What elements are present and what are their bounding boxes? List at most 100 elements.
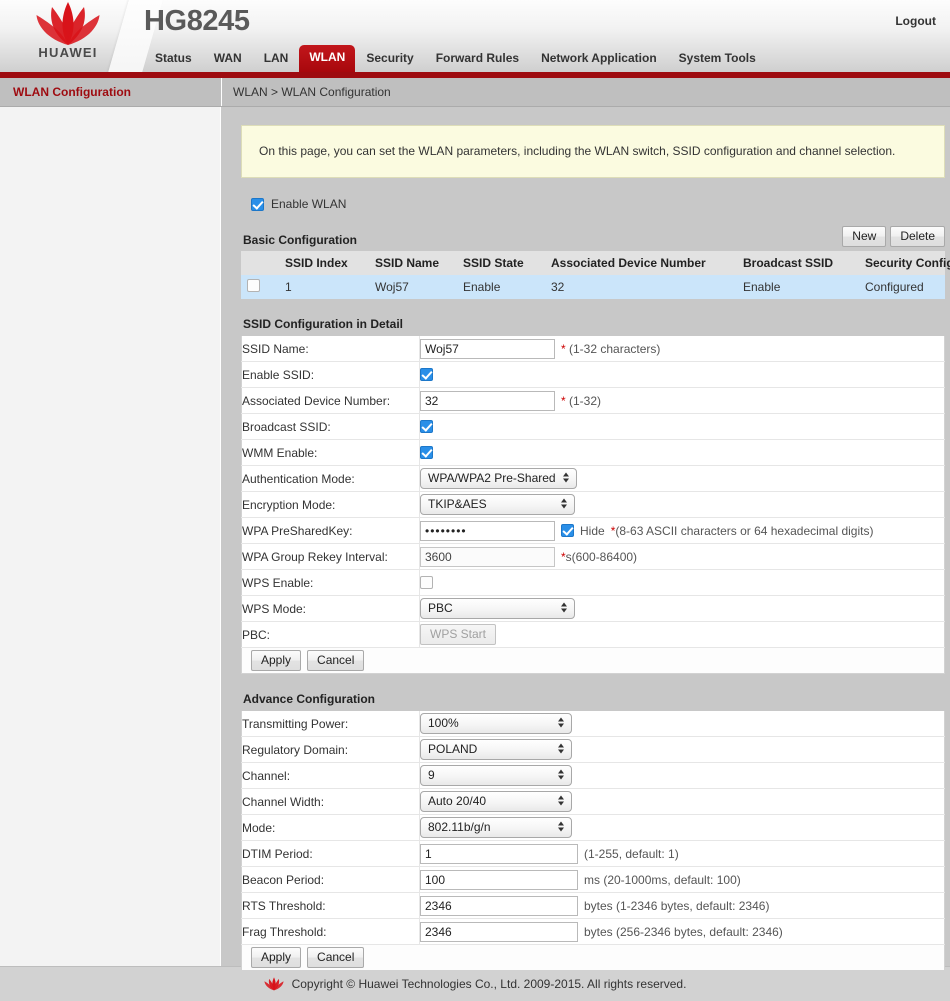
- ssid-table: SSID Index SSID Name SSID State Associat…: [241, 251, 945, 299]
- beacon-period-input[interactable]: [420, 870, 578, 890]
- enable-wlan-row: Enable WLAN: [251, 197, 945, 211]
- table-row[interactable]: 1 Woj57 Enable 32 Enable Configured: [241, 275, 945, 299]
- channel-width-value: Auto 20/40: [428, 794, 486, 808]
- select-arrows-icon: [558, 795, 565, 808]
- required-star: *: [561, 394, 566, 408]
- associated-device-number-input[interactable]: [420, 391, 555, 411]
- row-authentication-mode: Authentication Mode: WPA/WPA2 Pre-Shared: [242, 466, 945, 492]
- select-arrows-icon: [558, 821, 565, 834]
- row-detail-actions: Apply Cancel: [242, 648, 945, 674]
- frag-threshold-input[interactable]: [420, 922, 578, 942]
- cell-ssid-name: Woj57: [369, 275, 457, 299]
- hide-password-label: Hide: [580, 524, 605, 538]
- label-transmitting-power: Transmitting Power:: [242, 711, 420, 737]
- wps-mode-select[interactable]: PBC: [420, 598, 575, 619]
- channel-width-select[interactable]: Auto 20/40: [420, 791, 572, 812]
- detail-cancel-button[interactable]: Cancel: [307, 650, 364, 671]
- brand-text: HUAWEI: [18, 45, 118, 60]
- detail-apply-button[interactable]: Apply: [251, 650, 301, 671]
- row-transmitting-power: Transmitting Power: 100%: [242, 711, 945, 737]
- row-dtim-period: DTIM Period: (1-255, default: 1): [242, 841, 945, 867]
- label-wpa-presharedkey: WPA PreSharedKey:: [242, 518, 420, 544]
- nav-item-network-application[interactable]: Network Application: [530, 46, 668, 72]
- authentication-mode-select[interactable]: WPA/WPA2 Pre-Shared: [420, 468, 577, 489]
- rts-threshold-input[interactable]: [420, 896, 578, 916]
- nav-item-security[interactable]: Security: [355, 46, 424, 72]
- enable-wlan-label[interactable]: Enable WLAN: [271, 197, 346, 211]
- enable-ssid-checkbox[interactable]: [420, 368, 433, 381]
- advance-apply-button[interactable]: Apply: [251, 947, 301, 968]
- sidebar-item-wlan-configuration[interactable]: WLAN Configuration: [0, 78, 221, 106]
- wpa-group-rekey-hint: *s(600-86400): [561, 550, 637, 564]
- row-wpa-group-rekey-interval: WPA Group Rekey Interval: *s(600-86400): [242, 544, 945, 570]
- body-wrapper: On this page, you can set the WLAN param…: [0, 107, 950, 966]
- wmm-enable-checkbox[interactable]: [420, 446, 433, 459]
- mode-select[interactable]: 802.11b/g/n: [420, 817, 572, 838]
- enable-wlan-checkbox[interactable]: [251, 198, 264, 211]
- nav-item-lan[interactable]: LAN: [253, 46, 300, 72]
- label-channel-width: Channel Width:: [242, 789, 420, 815]
- col-header-broadcast-ssid: Broadcast SSID: [737, 251, 859, 275]
- app-header: HUAWEI HG8245 Logout Status WAN LAN WLAN…: [0, 0, 950, 78]
- transmitting-power-select[interactable]: 100%: [420, 713, 572, 734]
- label-rts-threshold: RTS Threshold:: [242, 893, 420, 919]
- sidebar: [0, 107, 221, 966]
- nav-item-system-tools[interactable]: System Tools: [668, 46, 767, 72]
- row-select-cell[interactable]: [241, 275, 279, 299]
- select-arrows-icon: [561, 602, 568, 615]
- advance-cancel-button[interactable]: Cancel: [307, 947, 364, 968]
- copyright-text: Copyright © Huawei Technologies Co., Ltd…: [292, 977, 687, 991]
- huawei-flower-logo-small: [264, 977, 284, 991]
- row-rts-threshold: RTS Threshold: bytes (1-2346 bytes, defa…: [242, 893, 945, 919]
- row-beacon-period: Beacon Period: ms (20-1000ms, default: 1…: [242, 867, 945, 893]
- required-star: *: [561, 342, 566, 356]
- ssid-detail-form: SSID Name: * (1-32 characters) Enable SS…: [241, 336, 945, 674]
- nav-item-wlan[interactable]: WLAN: [299, 45, 355, 72]
- row-channel: Channel: 9: [242, 763, 945, 789]
- nav-item-status[interactable]: Status: [144, 46, 203, 72]
- broadcast-ssid-checkbox[interactable]: [420, 420, 433, 433]
- new-button[interactable]: New: [842, 226, 886, 247]
- row-pbc: PBC: WPS Start: [242, 622, 945, 648]
- col-header-associated-device-number: Associated Device Number: [545, 251, 737, 275]
- col-header-ssid-name: SSID Name: [369, 251, 457, 275]
- authentication-mode-value: WPA/WPA2 Pre-Shared: [428, 471, 556, 485]
- sub-header-bar: WLAN Configuration WLAN > WLAN Configura…: [0, 78, 950, 107]
- nav-item-wan[interactable]: WAN: [203, 46, 253, 72]
- wps-enable-checkbox[interactable]: [420, 576, 433, 589]
- encryption-mode-select[interactable]: TKIP&AES: [420, 494, 575, 515]
- label-dtim-period: DTIM Period:: [242, 841, 420, 867]
- row-wmm-enable: WMM Enable:: [242, 440, 945, 466]
- label-channel: Channel:: [242, 763, 420, 789]
- row-advance-actions: Apply Cancel: [242, 945, 945, 971]
- ssid-name-hint: * (1-32 characters): [561, 342, 660, 356]
- psk-hint-text: (8-63 ASCII characters or 64 hexadecimal…: [615, 524, 873, 538]
- label-ssid-name: SSID Name:: [242, 336, 420, 362]
- transmitting-power-value: 100%: [428, 716, 459, 730]
- dtim-period-input[interactable]: [420, 844, 578, 864]
- col-header-security-configuration: Security Configuration: [859, 251, 945, 275]
- nav-item-forward-rules[interactable]: Forward Rules: [425, 46, 530, 72]
- hide-password-checkbox[interactable]: [561, 524, 574, 537]
- page-title: HG8245: [144, 5, 250, 38]
- logout-button[interactable]: Logout: [895, 14, 936, 28]
- frag-threshold-hint: bytes (256-2346 bytes, default: 2346): [584, 925, 783, 939]
- row-checkbox[interactable]: [247, 279, 260, 292]
- cell-ssid-state: Enable: [457, 275, 545, 299]
- ssid-name-input[interactable]: [420, 339, 555, 359]
- cell-broadcast-ssid: Enable: [737, 275, 859, 299]
- basic-configuration-header: Basic Configuration New Delete: [243, 227, 945, 247]
- channel-select[interactable]: 9: [420, 765, 572, 786]
- cell-associated-device-number: 32: [545, 275, 737, 299]
- delete-button[interactable]: Delete: [890, 226, 945, 247]
- label-associated-device-number: Associated Device Number:: [242, 388, 420, 414]
- col-header-checkbox: [241, 251, 279, 275]
- regulatory-domain-select[interactable]: POLAND: [420, 739, 572, 760]
- label-regulatory-domain: Regulatory Domain:: [242, 737, 420, 763]
- wpa-presharedkey-input[interactable]: [420, 521, 555, 541]
- label-authentication-mode: Authentication Mode:: [242, 466, 420, 492]
- row-associated-device-number: Associated Device Number: * (1-32): [242, 388, 945, 414]
- label-wmm-enable: WMM Enable:: [242, 440, 420, 466]
- wpa-group-rekey-interval-input[interactable]: [420, 547, 555, 567]
- info-banner: On this page, you can set the WLAN param…: [241, 125, 945, 178]
